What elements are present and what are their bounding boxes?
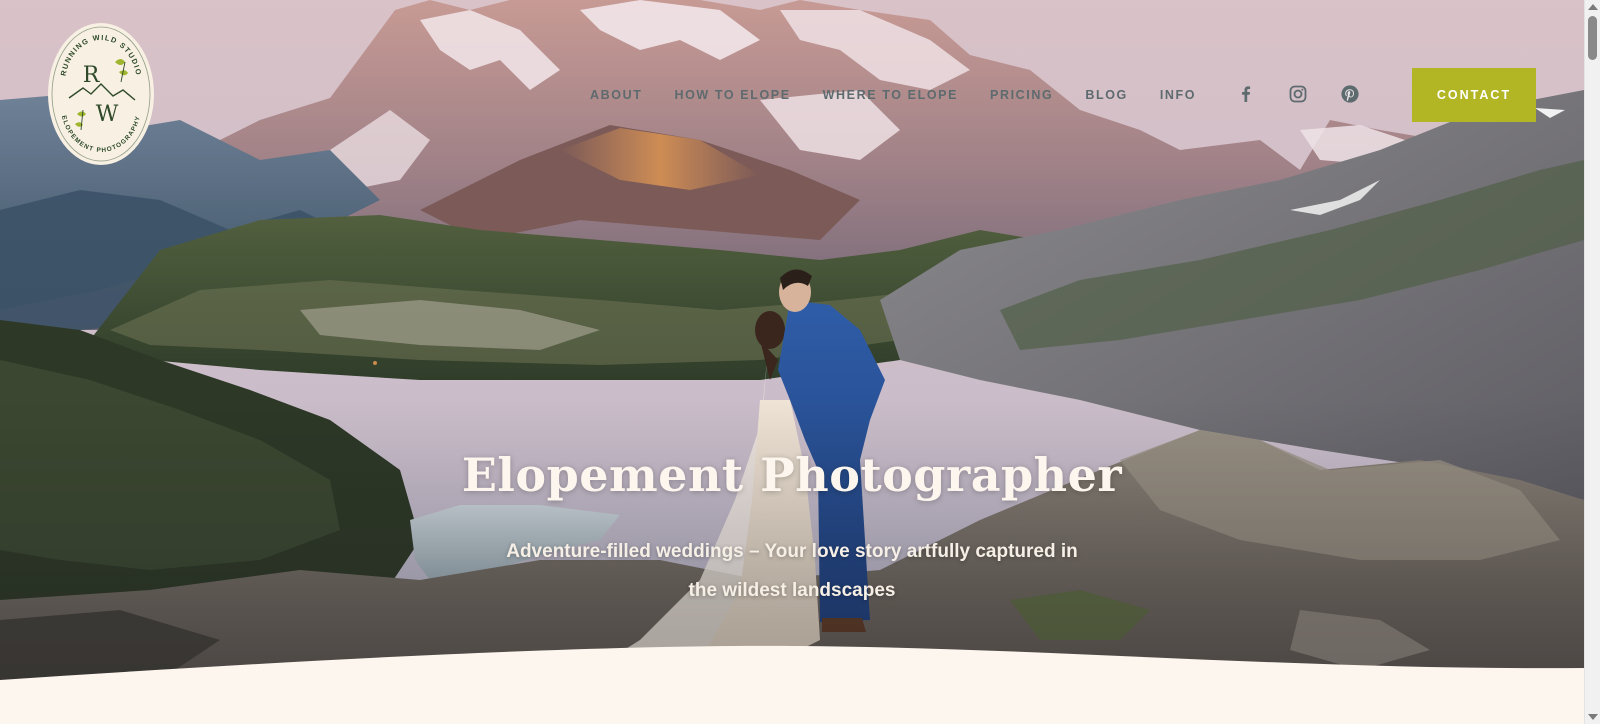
wave-divider bbox=[0, 645, 1584, 724]
logo-letter-r: R bbox=[83, 63, 101, 88]
page-viewport: RUNNING WILD STUDIO ELOPEMENT PHOTOGRAPH… bbox=[0, 0, 1600, 724]
hero-subtitle: Adventure-filled weddings – Your love st… bbox=[506, 541, 1078, 601]
brand-logo[interactable]: RUNNING WILD STUDIO ELOPEMENT PHOTOGRAPH… bbox=[47, 22, 155, 166]
pinterest-icon[interactable] bbox=[1340, 84, 1360, 104]
logo-letter-w: W bbox=[96, 102, 119, 127]
nav-link-pricing[interactable]: PRICING bbox=[990, 88, 1053, 102]
instagram-icon[interactable] bbox=[1288, 84, 1308, 104]
nav-link-about[interactable]: ABOUT bbox=[590, 88, 642, 102]
nav-link-how-to-elope[interactable]: HOW TO ELOPE bbox=[674, 88, 790, 102]
scroll-down-arrow[interactable] bbox=[1588, 714, 1598, 720]
hero-title: Elopement Photographer bbox=[461, 448, 1123, 502]
nav-link-blog[interactable]: BLOG bbox=[1085, 88, 1128, 102]
social-links bbox=[1236, 84, 1360, 104]
nav-link-info[interactable]: INFO bbox=[1160, 88, 1196, 102]
facebook-icon[interactable] bbox=[1236, 84, 1256, 104]
vertical-scrollbar[interactable] bbox=[1584, 0, 1600, 724]
scroll-thumb[interactable] bbox=[1588, 16, 1597, 60]
contact-button[interactable]: CONTACT bbox=[1412, 68, 1536, 122]
main-navigation: ABOUT HOW TO ELOPE WHERE TO ELOPE PRICIN… bbox=[590, 86, 1228, 104]
scroll-up-arrow[interactable] bbox=[1588, 4, 1598, 10]
hero-section: RUNNING WILD STUDIO ELOPEMENT PHOTOGRAPH… bbox=[0, 0, 1584, 724]
hero-image bbox=[0, 0, 1584, 724]
nav-link-where-to-elope[interactable]: WHERE TO ELOPE bbox=[823, 88, 958, 102]
